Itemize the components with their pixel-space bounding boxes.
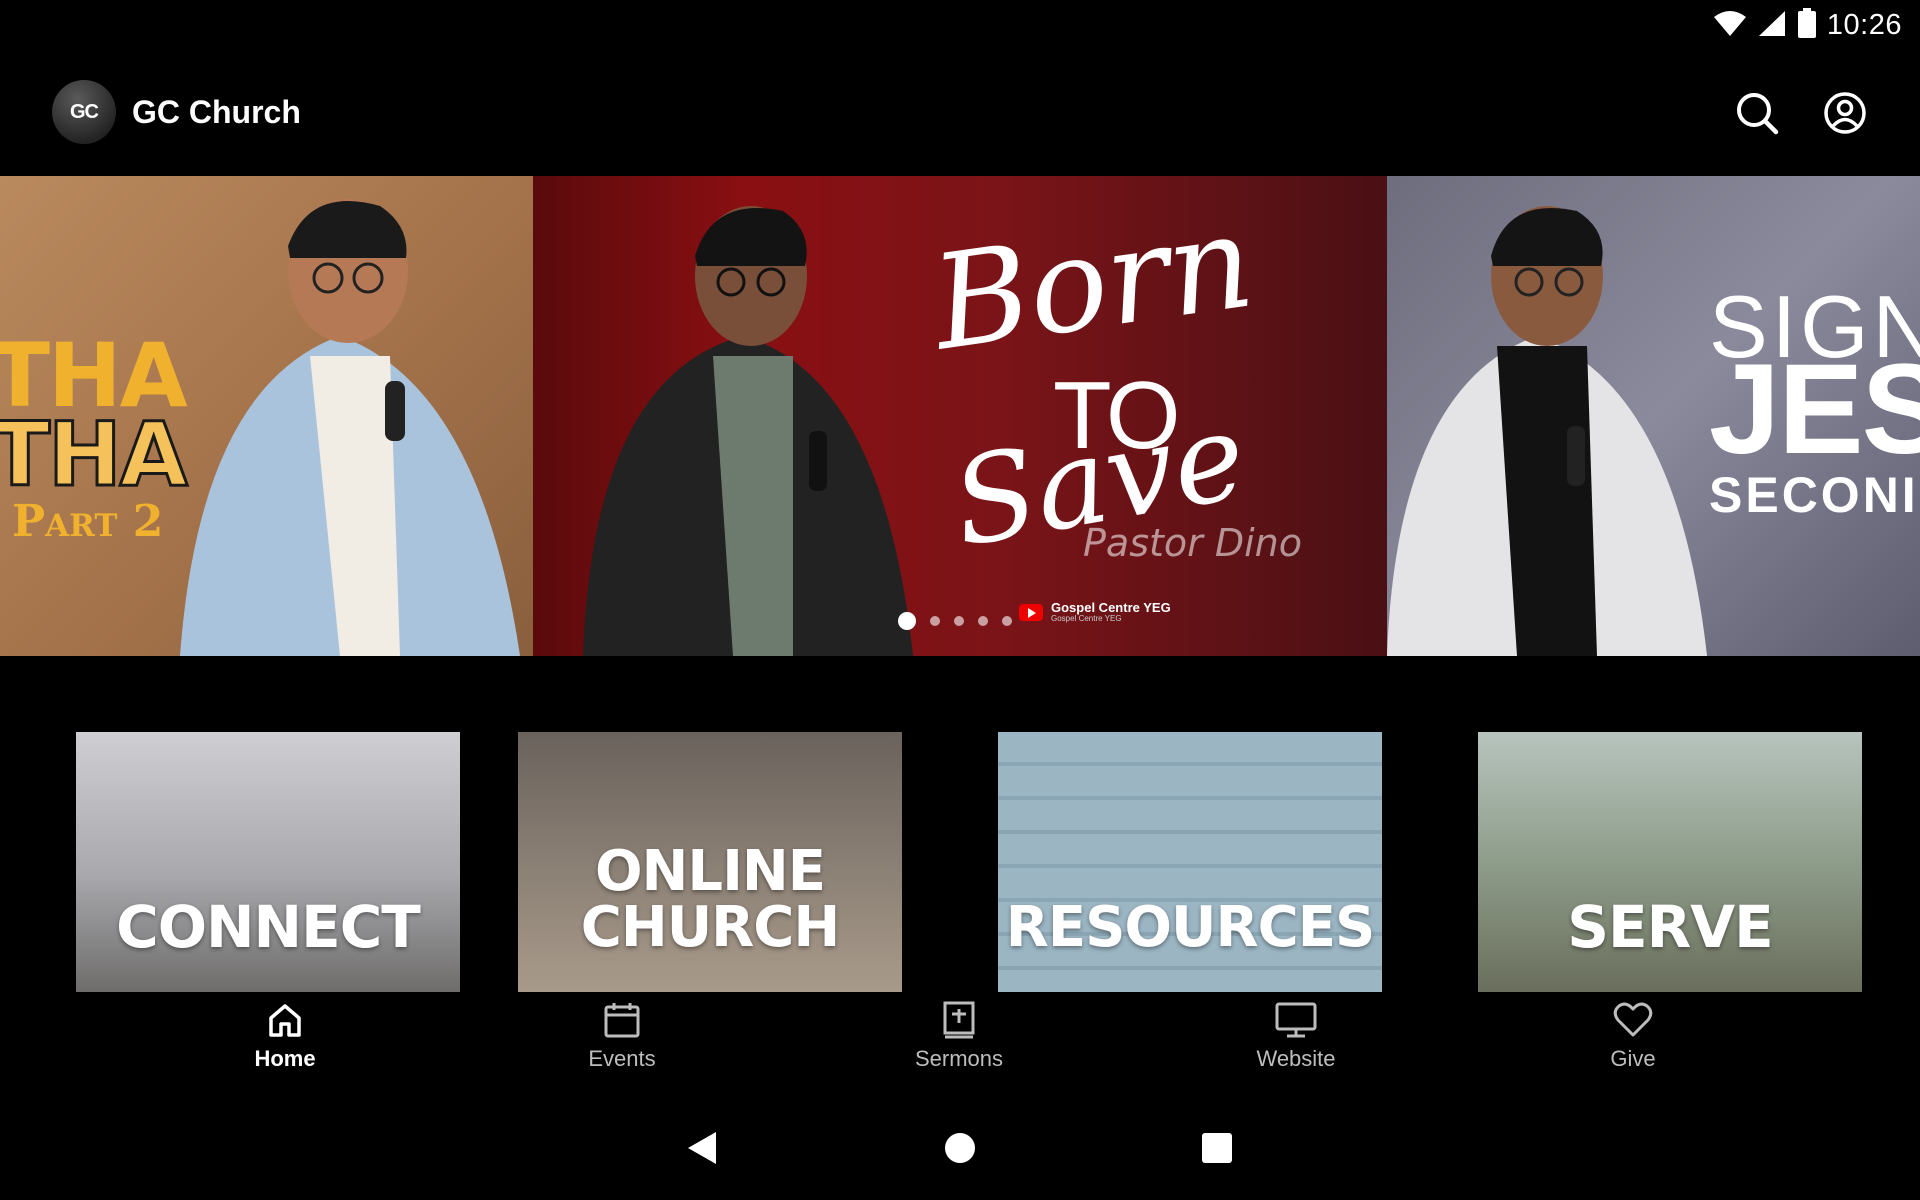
tile-label-line2: CHURCH: [580, 895, 841, 960]
nav-events[interactable]: Events: [532, 1000, 712, 1072]
slide-title-line2: JES: [1709, 338, 1920, 481]
carousel-dot[interactable]: [930, 616, 940, 626]
speaker-photo: [180, 199, 520, 656]
carousel-slide-current[interactable]: Born TO Save Pastor Dino Gospel Centre Y…: [533, 176, 1387, 656]
slide-title: THA THA: [0, 332, 189, 507]
account-button[interactable]: [1820, 88, 1870, 138]
back-icon[interactable]: [686, 1130, 718, 1166]
app-bar: GC GC Church: [0, 50, 1920, 175]
app-title: GC Church: [132, 94, 301, 130]
channel-name-text: Gospel Centre YEG: [1051, 600, 1171, 615]
signal-icon: [1757, 9, 1787, 42]
nav-label: Website: [1256, 1046, 1336, 1071]
tile-label: CONNECT: [116, 893, 421, 961]
tile-resources[interactable]: RESOURCES: [998, 732, 1382, 992]
feature-tiles: CONNECT ONLINE CHURCH RESOURCES SERVE: [76, 732, 1862, 992]
slide-subtitle: Part 2: [12, 496, 164, 547]
battery-icon: [1797, 7, 1817, 43]
speaker-photo: [583, 206, 913, 656]
search-icon: [1737, 93, 1779, 135]
slide-script-title: Born: [923, 184, 1262, 380]
sermon-carousel[interactable]: THA THA Part 2 Born TO Save Pastor Dino …: [0, 176, 1920, 656]
system-navigation: [0, 1120, 1920, 1180]
carousel-slide-previous[interactable]: THA THA Part 2: [0, 176, 533, 656]
carousel-dot[interactable]: [954, 616, 964, 626]
carousel-slide-next[interactable]: SIGN JES SECONI: [1387, 176, 1920, 656]
nav-give[interactable]: Give: [1543, 1000, 1723, 1072]
nav-sermons[interactable]: Sermons: [869, 1000, 1049, 1072]
app-actions: [1732, 88, 1870, 138]
nav-label: Give: [1610, 1046, 1656, 1071]
slide-title-line3: SECONI: [1709, 467, 1919, 523]
carousel-indicator: [898, 612, 1012, 630]
carousel-dot[interactable]: [978, 616, 988, 626]
tile-label: RESOURCES: [1005, 895, 1376, 960]
nav-website[interactable]: Website: [1206, 1000, 1386, 1072]
wifi-icon: [1713, 9, 1747, 42]
channel-sub-text: Gospel Centre YEG: [1051, 613, 1122, 623]
clock: 10:26: [1826, 8, 1902, 41]
channel-name: Gospel Centre YEG Gospel Centre YEG: [1051, 601, 1171, 623]
home-icon: [269, 1004, 301, 1037]
status-bar: 10:26: [0, 0, 1920, 50]
speaker-photo: [1387, 206, 1707, 656]
bottom-nav: Home Events Sermons Website Give: [0, 992, 1920, 1092]
tile-connect[interactable]: CONNECT: [76, 732, 460, 992]
recents-square-icon[interactable]: [1200, 1130, 1232, 1166]
carousel-dot[interactable]: [1002, 616, 1012, 626]
monitor-icon: [1275, 1002, 1317, 1038]
nav-label: Home: [254, 1046, 316, 1071]
nav-label: Events: [588, 1046, 656, 1071]
nav-home[interactable]: Home: [195, 1000, 375, 1072]
slide-speaker: Pastor Dino: [1083, 521, 1303, 565]
youtube-badge: Gospel Centre YEG Gospel Centre YEG: [1019, 601, 1171, 623]
slide-title-line2: THA: [0, 403, 189, 507]
nav-label: Sermons: [914, 1046, 1004, 1071]
bible-icon: [943, 1001, 975, 1039]
tile-serve[interactable]: SERVE: [1478, 732, 1862, 992]
youtube-icon: [1019, 603, 1043, 621]
account-circle-icon: [1824, 92, 1866, 134]
tile-online-church[interactable]: ONLINE CHURCH: [518, 732, 902, 992]
church-logo[interactable]: GC: [52, 80, 116, 144]
calendar-icon: [604, 1003, 640, 1038]
carousel-dot[interactable]: [898, 612, 916, 630]
home-circle-icon[interactable]: [944, 1130, 976, 1166]
heart-icon: [1613, 1002, 1653, 1037]
tile-label: SERVE: [1567, 893, 1774, 961]
status-icons: 10:26: [1713, 7, 1902, 43]
search-button[interactable]: [1732, 88, 1782, 138]
tile-label: ONLINE CHURCH: [581, 844, 841, 956]
